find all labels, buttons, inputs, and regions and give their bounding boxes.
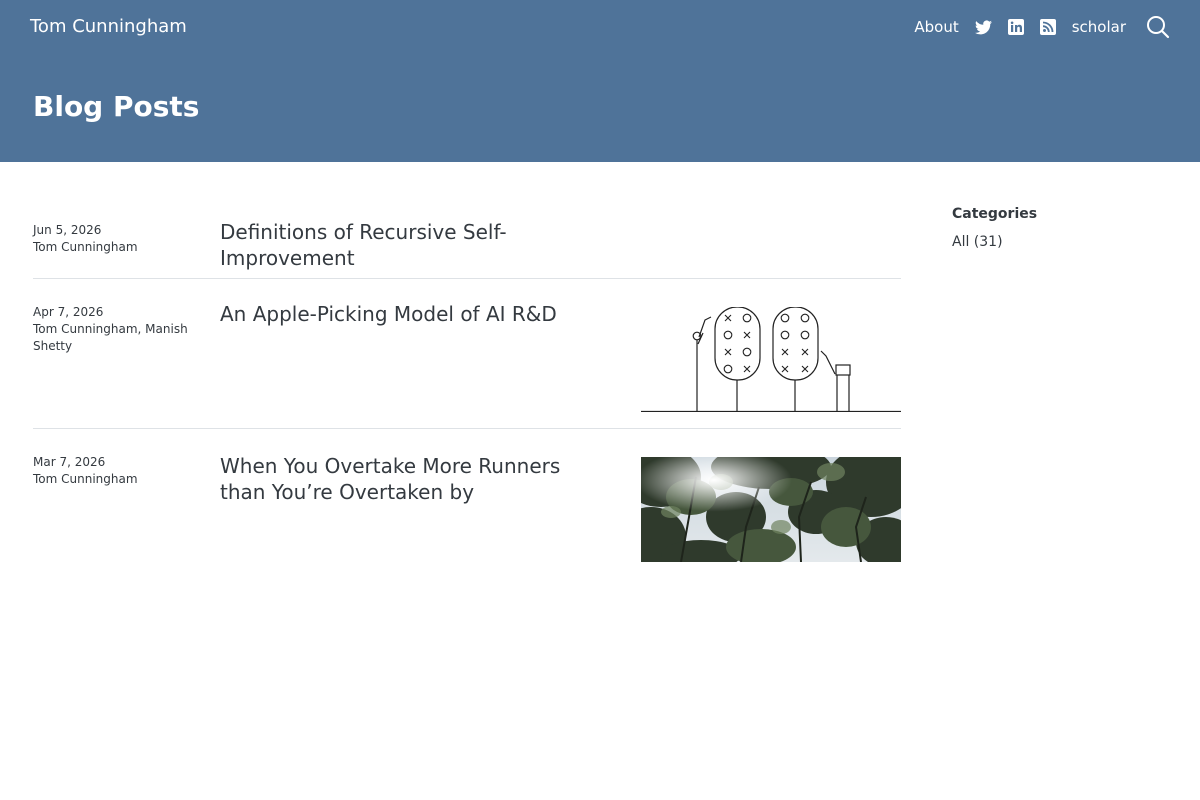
post-title-link[interactable]: When You Overtake More Runners than You’… — [220, 453, 610, 505]
post-item: Mar 7, 2026 Tom Cunningham When You Over… — [33, 429, 901, 579]
twitter-icon[interactable] — [974, 19, 992, 35]
linkedin-icon[interactable] — [1007, 19, 1024, 35]
post-author: Tom Cunningham — [33, 472, 138, 486]
post-title-link[interactable]: Definitions of Recursive Self-Improvemen… — [220, 219, 610, 271]
post-author: Tom Cunningham — [33, 240, 138, 254]
site-header: Tom Cunningham About scholar Blog Posts — [0, 0, 1200, 162]
apple-trees-thumbnail[interactable] — [641, 306, 901, 413]
post-date: Apr 7, 2026 — [33, 305, 104, 319]
site-brand-link[interactable]: Tom Cunningham — [30, 15, 187, 39]
category-all[interactable]: All (31) — [952, 232, 1172, 252]
post-item: Apr 7, 2026 Tom Cunningham, Manish Shett… — [33, 279, 901, 429]
search-icon[interactable] — [1146, 15, 1170, 39]
rss-icon[interactable] — [1039, 19, 1056, 35]
nav-about-link[interactable]: About — [914, 14, 958, 40]
top-nav: About scholar — [898, 14, 1170, 40]
forest-canopy-thumbnail[interactable] — [641, 457, 901, 562]
page-title: Blog Posts — [33, 90, 200, 123]
post-meta: Apr 7, 2026 Tom Cunningham, Manish Shett… — [33, 304, 193, 355]
post-title-link[interactable]: An Apple-Picking Model of AI R&D — [220, 301, 610, 327]
post-date: Mar 7, 2026 — [33, 455, 106, 469]
post-listing: Jun 5, 2026 Tom Cunningham Definitions o… — [33, 200, 901, 579]
post-meta: Jun 5, 2026 Tom Cunningham — [33, 222, 193, 256]
post-author: Tom Cunningham, Manish Shetty — [33, 322, 188, 353]
post-date: Jun 5, 2026 — [33, 223, 102, 237]
categories-sidebar: Categories All (31) — [952, 204, 1172, 252]
nav-scholar-link[interactable]: scholar — [1072, 14, 1126, 40]
post-meta: Mar 7, 2026 Tom Cunningham — [33, 454, 193, 488]
categories-title: Categories — [952, 206, 1038, 222]
post-item: Jun 5, 2026 Tom Cunningham Definitions o… — [33, 200, 901, 279]
